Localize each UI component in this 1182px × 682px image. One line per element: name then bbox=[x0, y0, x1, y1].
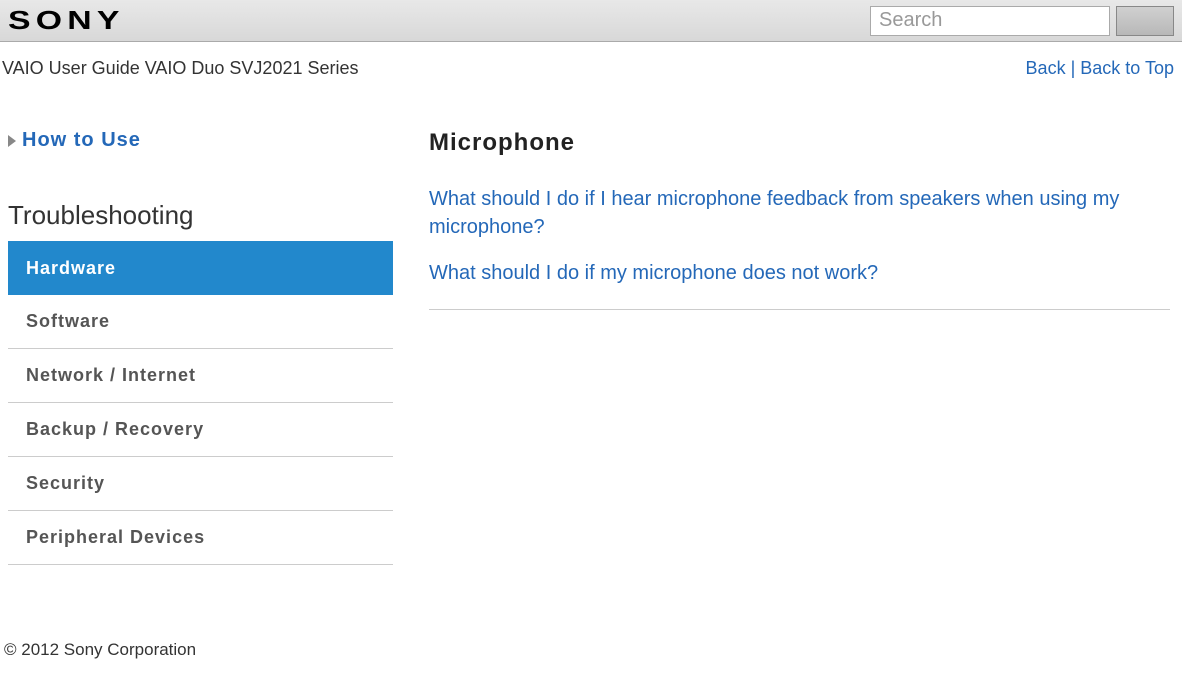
footer-copyright: © 2012 Sony Corporation bbox=[4, 640, 196, 660]
question-link[interactable]: What should I do if my microphone does n… bbox=[429, 259, 1170, 287]
nav-item-label: Backup / Recovery bbox=[26, 419, 204, 440]
nav-item-network[interactable]: Network / Internet bbox=[8, 349, 393, 403]
guide-title: VAIO User Guide VAIO Duo SVJ2021 Series bbox=[2, 58, 1026, 79]
page-title: Microphone bbox=[429, 129, 1170, 157]
chevron-right-icon bbox=[8, 135, 16, 147]
subheader-links: Back | Back to Top bbox=[1026, 58, 1174, 79]
separator: | bbox=[1066, 58, 1081, 78]
how-to-use-link[interactable]: How to Use bbox=[8, 129, 393, 152]
sidebar: How to Use Troubleshooting Hardware Soft… bbox=[8, 129, 393, 565]
how-to-use-label: How to Use bbox=[22, 129, 141, 152]
nav-item-label: Software bbox=[26, 311, 110, 332]
nav-item-label: Security bbox=[26, 473, 105, 494]
nav-item-security[interactable]: Security bbox=[8, 457, 393, 511]
header: SONY bbox=[0, 0, 1182, 42]
search-input[interactable] bbox=[870, 6, 1110, 36]
sidebar-section-title: Troubleshooting bbox=[8, 200, 393, 231]
nav-item-label: Hardware bbox=[26, 258, 116, 279]
brand-logo: SONY bbox=[8, 5, 125, 36]
back-to-top-link[interactable]: Back to Top bbox=[1080, 58, 1174, 78]
nav-item-backup[interactable]: Backup / Recovery bbox=[8, 403, 393, 457]
nav-item-hardware[interactable]: Hardware bbox=[8, 241, 393, 295]
question-link[interactable]: What should I do if I hear microphone fe… bbox=[429, 185, 1170, 241]
main-content: Microphone What should I do if I hear mi… bbox=[393, 129, 1174, 565]
back-link[interactable]: Back bbox=[1026, 58, 1066, 78]
nav-item-label: Network / Internet bbox=[26, 365, 196, 386]
search-button[interactable] bbox=[1116, 6, 1174, 36]
nav-item-peripheral[interactable]: Peripheral Devices bbox=[8, 511, 393, 565]
content: How to Use Troubleshooting Hardware Soft… bbox=[0, 79, 1182, 565]
nav-item-label: Peripheral Devices bbox=[26, 527, 205, 548]
subheader: VAIO User Guide VAIO Duo SVJ2021 Series … bbox=[0, 42, 1182, 79]
content-divider bbox=[429, 309, 1170, 310]
nav-item-software[interactable]: Software bbox=[8, 295, 393, 349]
